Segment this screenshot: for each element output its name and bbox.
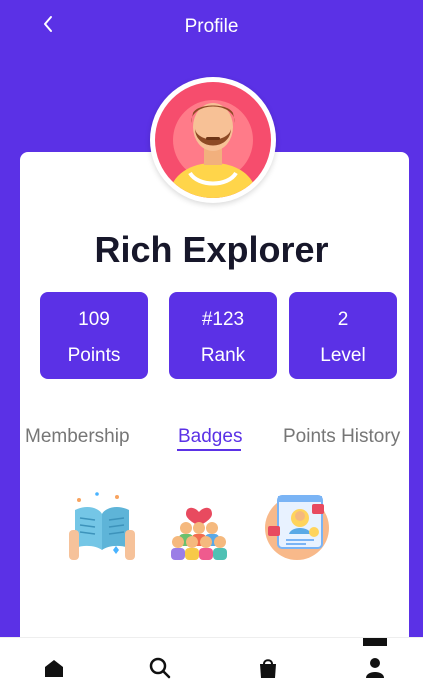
profile-card [20,152,409,652]
tab-points-history[interactable]: Points History [283,426,400,448]
tab-badges[interactable]: Badges [178,426,242,448]
stat-value: 2 [337,309,349,330]
home-icon[interactable] [42,656,66,680]
stat-label: Level [320,345,366,366]
tab-membership[interactable]: Membership [25,426,130,448]
stat-value: #123 [201,309,245,330]
stat-points: 109 Points [40,292,148,379]
social-profile-icon[interactable] [262,490,332,562]
bottom-nav [0,637,423,688]
shopping-bag-icon[interactable] [256,656,280,680]
header-bar: Profile [0,0,423,55]
page-title: Profile [184,16,239,37]
user-icon[interactable] [363,656,387,680]
community-heart-icon[interactable] [164,490,234,562]
stat-label: Rank [200,345,246,366]
stat-rank: #123 Rank [169,292,277,379]
avatar [150,77,276,203]
stat-level: 2 Level [289,292,397,379]
stat-label: Points [67,345,121,366]
search-icon[interactable] [148,656,172,680]
active-tab-indicator [177,449,241,451]
open-book-icon[interactable] [67,490,137,562]
profile-name: Rich Explorer [94,229,329,270]
active-nav-indicator [363,638,387,646]
stat-value: 109 [78,309,110,330]
